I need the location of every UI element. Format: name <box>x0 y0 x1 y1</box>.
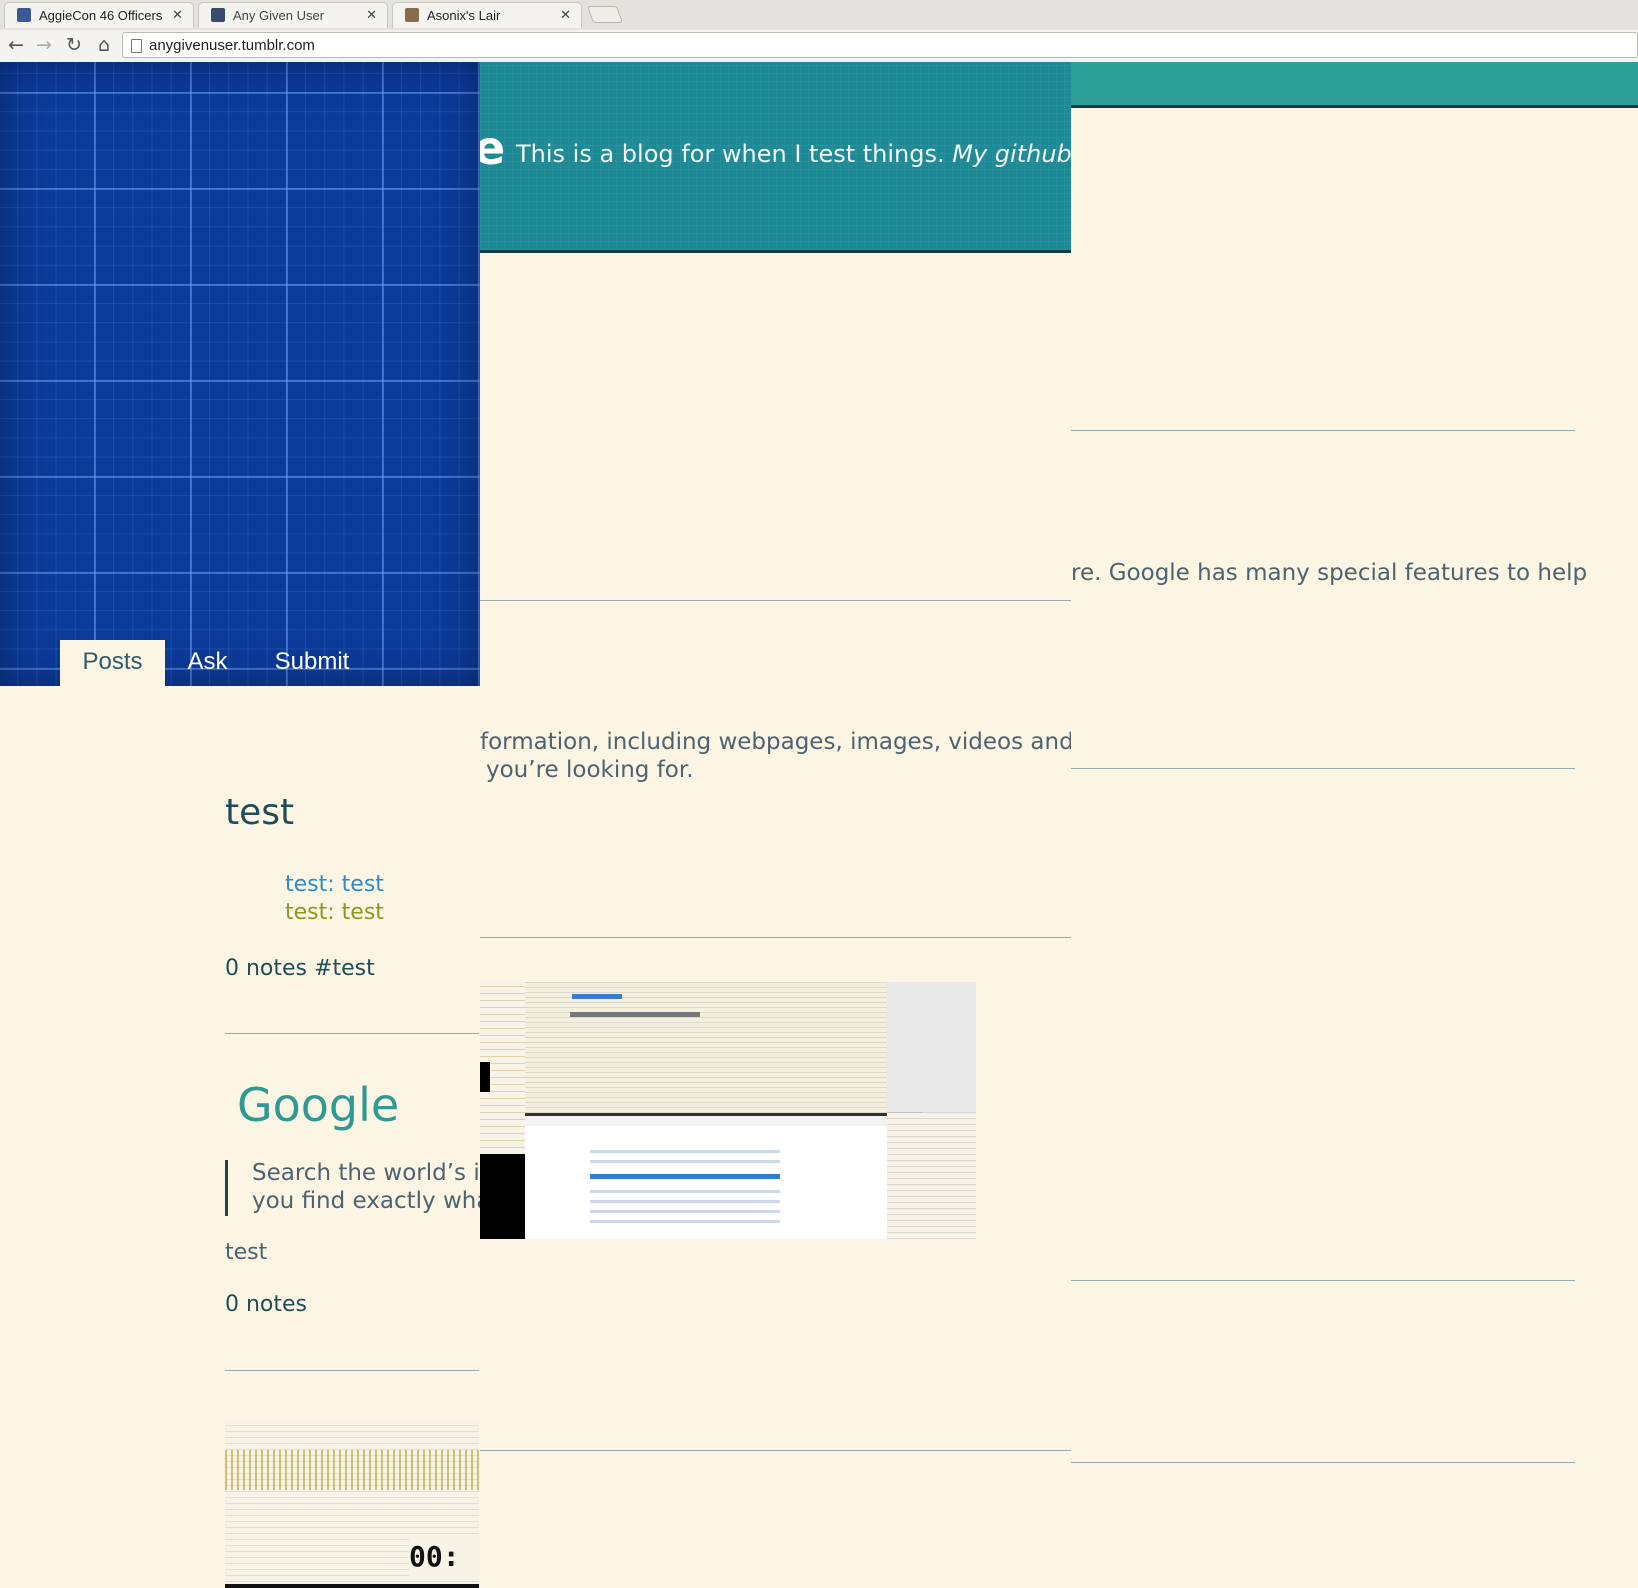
nav-ask[interactable]: Ask <box>175 640 240 686</box>
google-description-fragment: re. Google has many special features to … <box>1071 560 1588 586</box>
screenshot-region <box>570 1012 700 1017</box>
tab-any-given-user[interactable]: Any Given User ✕ <box>198 2 388 28</box>
post-divider <box>1071 430 1575 431</box>
post-caption: test <box>225 1240 268 1265</box>
screenshot-region <box>225 1584 479 1588</box>
close-icon[interactable]: ✕ <box>560 7 571 23</box>
chat-line: test: test <box>285 900 384 925</box>
nav-posts[interactable]: Posts <box>60 640 165 686</box>
page-icon <box>131 39 142 53</box>
facebook-icon <box>17 8 31 22</box>
quote-line: you find exactly what <box>252 1188 482 1214</box>
blog-description: This is a blog for when I test things. M… <box>516 140 1079 168</box>
screenshot-region <box>590 1210 780 1213</box>
post-meta: 0 notes #test <box>225 956 375 981</box>
post-divider <box>1071 768 1575 769</box>
tab-title: AggieCon 46 Officers <box>39 8 163 23</box>
screenshot-region <box>525 982 922 1113</box>
description-text: This is a blog for when I test things. <box>516 140 945 168</box>
tab-title: Asonix's Lair <box>427 8 501 23</box>
blueprint-banner <box>0 62 480 686</box>
post-divider <box>480 1450 1071 1451</box>
screenshot-region <box>590 1190 780 1193</box>
tab-aggiecon[interactable]: AggieCon 46 Officers ✕ <box>4 2 194 28</box>
screenshot-region <box>525 1113 887 1239</box>
notes-count[interactable]: 0 notes <box>225 1292 307 1317</box>
address-bar[interactable]: anygivenuser.tumblr.com <box>122 32 1638 58</box>
tumblr-avatar-icon <box>211 8 225 22</box>
chat-line: test: test <box>285 872 384 897</box>
screenshot-region <box>525 1116 887 1126</box>
google-description-fragment: you’re looking for. <box>486 757 694 783</box>
new-tab-button[interactable] <box>586 6 624 23</box>
nav-submit[interactable]: Submit <box>262 640 362 686</box>
post-divider <box>225 1033 479 1034</box>
screenshot-region <box>480 1154 525 1239</box>
reload-icon[interactable]: ↻ <box>62 33 86 57</box>
tab-asonix-lair[interactable]: Asonix's Lair ✕ <box>392 2 582 28</box>
screenshot-region <box>590 1174 780 1179</box>
pony-icon <box>405 8 419 22</box>
browser-toolbar: ← → ↻ ⌂ anygivenuser.tumblr.com <box>0 30 1638 63</box>
post-divider <box>225 1370 479 1371</box>
google-description-fragment: formation, including webpages, images, v… <box>480 729 1071 755</box>
close-icon[interactable]: ✕ <box>172 7 183 23</box>
screenshot-region <box>225 1450 479 1490</box>
back-icon[interactable]: ← <box>4 33 28 57</box>
link-quote: Search the world’s inf you find exactly … <box>225 1160 482 1216</box>
post-divider <box>1071 1462 1575 1463</box>
home-icon[interactable]: ⌂ <box>92 33 116 57</box>
screenshot-region <box>887 1112 976 1239</box>
browser-tab-bar: AggieCon 46 Officers ✕ Any Given User ✕ … <box>0 0 1638 31</box>
github-link[interactable]: My github. <box>952 140 1079 168</box>
clock-text: 00: IE <box>409 1538 479 1588</box>
header-strip <box>1071 62 1638 108</box>
quote-line: Search the world’s inf <box>252 1160 482 1186</box>
url-text: anygivenuser.tumblr.com <box>149 37 315 54</box>
screenshot-region <box>590 1160 780 1163</box>
link-post-title[interactable]: Google <box>237 1078 399 1132</box>
tab-title: Any Given User <box>233 8 325 23</box>
post-divider <box>480 600 1071 601</box>
screenshot-region <box>572 994 622 999</box>
screenshot-region <box>590 1200 780 1203</box>
screenshot-region <box>887 982 976 1112</box>
post-title[interactable]: test <box>225 792 294 833</box>
post-divider <box>480 937 1071 938</box>
desktop-screenshot-image[interactable] <box>480 982 976 1239</box>
close-icon[interactable]: ✕ <box>366 7 377 23</box>
post-divider <box>1071 1280 1575 1281</box>
notes-count[interactable]: 0 notes <box>225 956 307 981</box>
terminal-screenshot-image[interactable]: 00: IE <box>225 1420 479 1588</box>
screenshot-region <box>590 1220 780 1223</box>
forward-icon[interactable]: → <box>32 33 56 57</box>
screenshot-region <box>590 1150 780 1153</box>
screenshot-region <box>480 1062 490 1092</box>
post-tag[interactable]: #test <box>314 956 375 981</box>
